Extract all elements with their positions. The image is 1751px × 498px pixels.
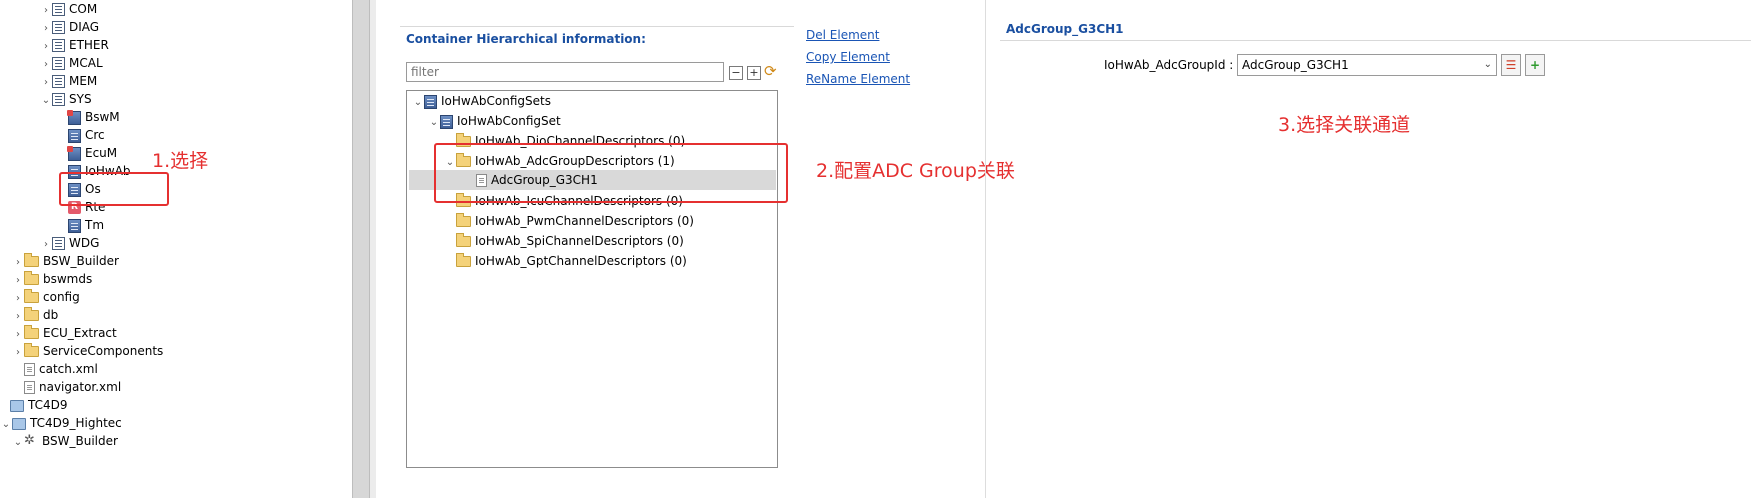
adc-group-id-label: IoHwAb_AdcGroupId : xyxy=(1104,58,1234,72)
tree-item-service-components[interactable]: › ServiceComponents xyxy=(12,342,163,360)
file-icon xyxy=(24,381,35,394)
tree-item-bsw-builder[interactable]: › BSW_Builder xyxy=(12,252,119,270)
chevron-down-icon[interactable]: ⌄ xyxy=(12,434,24,452)
tree-item-ether[interactable]: › ETHER xyxy=(40,36,109,54)
adc-group-id-select[interactable]: AdcGroup_G3CH1 ⌄ xyxy=(1237,54,1497,76)
chevron-down-icon: ⌄ xyxy=(1483,59,1492,70)
grid-icon xyxy=(52,39,65,52)
folder-icon xyxy=(24,325,39,339)
container-icon xyxy=(440,114,453,129)
gear-icon xyxy=(24,432,38,450)
container-node-pwm[interactable]: IoHwAb_PwmChannelDescriptors (0) xyxy=(456,212,694,230)
chevron-right-icon[interactable]: › xyxy=(12,344,24,362)
container-node-configsets[interactable]: ⌄ IoHwAbConfigSets xyxy=(412,92,551,110)
file-icon xyxy=(24,363,35,376)
container-node-configset[interactable]: ⌄ IoHwAbConfigSet xyxy=(428,112,561,130)
filter-input[interactable] xyxy=(406,62,724,82)
section-divider xyxy=(1000,40,1751,41)
folder-icon xyxy=(24,307,39,321)
section-divider xyxy=(400,26,794,27)
panel-divider xyxy=(985,0,986,498)
tree-item-navigator-xml[interactable]: navigator.xml xyxy=(24,378,121,396)
tree-item-config[interactable]: › config xyxy=(12,288,80,306)
container-node-gpt[interactable]: IoHwAb_GptChannelDescriptors (0) xyxy=(456,252,687,270)
container-hierarchy-title: Container Hierarchical information: xyxy=(406,32,646,46)
folder-icon xyxy=(456,233,471,247)
tree-item-catch-xml[interactable]: catch.xml xyxy=(24,360,98,378)
annotation-step1: 1.选择 xyxy=(152,150,209,172)
chevron-down-icon[interactable]: ⌄ xyxy=(412,94,424,112)
rename-element-link[interactable]: ReName Element xyxy=(806,72,910,86)
tree-item-bswm[interactable]: BswM xyxy=(67,108,120,126)
module-icon xyxy=(68,218,81,233)
tree-item-diag[interactable]: › DIAG xyxy=(40,18,99,36)
grid-icon xyxy=(52,21,65,34)
annotation-box-step2 xyxy=(434,143,788,203)
container-icon xyxy=(424,94,437,109)
tree-item-bswmds[interactable]: › bswmds xyxy=(12,270,92,288)
tree-item-sys[interactable]: ⌄ SYS xyxy=(40,90,92,108)
module-icon xyxy=(67,109,81,125)
grid-icon xyxy=(52,93,65,106)
tree-item-tc4d9[interactable]: TC4D9 xyxy=(10,396,68,414)
project-explorer-tree: › COM › DIAG › ETHER › MCAL › MEM ⌄ SYS BswM C… xyxy=(0,0,352,498)
project-icon xyxy=(10,399,24,412)
element-title: AdcGroup_G3CH1 xyxy=(1006,22,1124,36)
folder-icon xyxy=(24,289,39,303)
chevron-down-icon[interactable]: ⌄ xyxy=(428,114,440,132)
folder-icon xyxy=(24,253,39,267)
tree-item-db[interactable]: › db xyxy=(12,306,58,324)
tree-item-ecu-extract[interactable]: › ECU_Extract xyxy=(12,324,117,342)
tree-item-tm[interactable]: Tm xyxy=(68,216,104,234)
adc-group-id-value: AdcGroup_G3CH1 xyxy=(1242,58,1349,72)
chevron-down-icon[interactable]: ⌄ xyxy=(0,416,12,434)
folder-icon xyxy=(456,213,471,227)
collapse-all-icon[interactable]: − xyxy=(729,66,743,80)
folder-icon xyxy=(456,253,471,267)
grid-icon xyxy=(52,237,65,250)
tree-item-mem[interactable]: › MEM xyxy=(40,72,97,90)
tree-item-tc4d9-hightec[interactable]: ⌄ TC4D9_Hightec xyxy=(0,414,122,432)
panel-splitter[interactable] xyxy=(352,0,370,498)
tree-item-mcal[interactable]: › MCAL xyxy=(40,54,103,72)
sync-icon[interactable]: ⟳ xyxy=(764,62,777,80)
folder-icon xyxy=(24,271,39,285)
chevron-down-icon[interactable]: ⌄ xyxy=(40,92,52,110)
tree-item-ecum[interactable]: EcuM xyxy=(67,144,117,162)
copy-element-link[interactable]: Copy Element xyxy=(806,50,890,64)
del-element-link[interactable]: Del Element xyxy=(806,28,879,42)
grid-icon xyxy=(52,3,65,16)
add-icon[interactable]: + xyxy=(1525,54,1545,76)
tree-item-wdg[interactable]: › WDG xyxy=(40,234,99,252)
project-icon xyxy=(12,417,26,430)
expand-all-icon[interactable]: + xyxy=(747,66,761,80)
annotation-step3: 3.选择关联通道 xyxy=(1278,114,1411,136)
folder-icon xyxy=(24,343,39,357)
tree-item-bsw-builder-2[interactable]: ⌄BSW_Builder xyxy=(12,432,118,450)
container-node-spi[interactable]: IoHwAb_SpiChannelDescriptors (0) xyxy=(456,232,684,250)
grid-icon xyxy=(52,57,65,70)
tree-item-crc[interactable]: Crc xyxy=(68,126,105,144)
grid-icon xyxy=(52,75,65,88)
module-icon xyxy=(67,145,81,161)
list-icon[interactable]: ☰ xyxy=(1501,54,1521,76)
tree-item-com[interactable]: › COM xyxy=(40,0,97,18)
annotation-box-step1 xyxy=(59,172,169,206)
module-icon xyxy=(68,128,81,143)
panel-border xyxy=(370,0,376,498)
